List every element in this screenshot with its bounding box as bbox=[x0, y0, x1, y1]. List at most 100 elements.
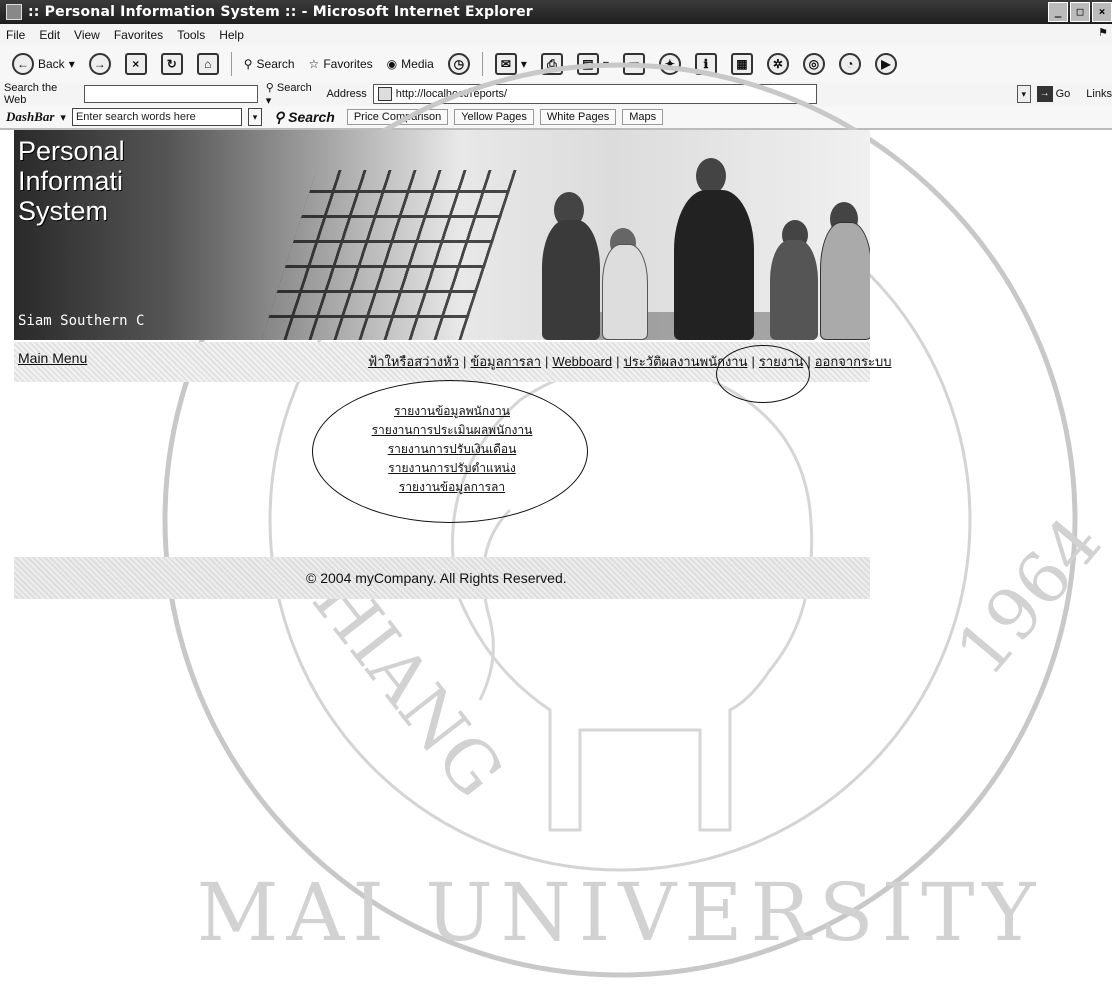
maximize-button[interactable]: □ bbox=[1070, 2, 1090, 22]
menu-help[interactable]: Help bbox=[219, 28, 244, 42]
site-banner: Personal Informati System Siam Southern … bbox=[14, 130, 870, 340]
toolbar-plugin-button[interactable]: ✲ bbox=[763, 51, 793, 77]
discuss-button[interactable]: ▭ bbox=[619, 51, 649, 77]
report-link-employee-info[interactable]: รายงานข้อมูลพนักงาน bbox=[316, 402, 588, 421]
menu-edit[interactable]: Edit bbox=[39, 28, 60, 42]
favorites-star-icon: ☆ bbox=[308, 57, 320, 71]
toolbar-separator bbox=[230, 52, 232, 76]
toolbar-plugin-button-3[interactable]: ◔ bbox=[835, 51, 865, 77]
report-menu: รายงานข้อมูลพนักงาน รายงานการประเมินผลพน… bbox=[316, 402, 588, 497]
toolbar-extra-button[interactable]: ▦ bbox=[727, 51, 757, 77]
back-button[interactable]: ← Back ▾ bbox=[8, 51, 79, 77]
research-icon: ℹ bbox=[694, 53, 717, 75]
dashbar-link-yellow-pages[interactable]: Yellow Pages bbox=[454, 109, 534, 125]
discuss-icon: ▭ bbox=[622, 53, 645, 75]
edit-page-icon: ▤ bbox=[576, 53, 599, 75]
main-menu-link[interactable]: Main Menu bbox=[18, 350, 87, 366]
page-icon bbox=[377, 87, 392, 101]
menu-favorites[interactable]: Favorites bbox=[114, 28, 163, 42]
banner-business-people-photo bbox=[514, 150, 870, 340]
annotation-circle-reports bbox=[716, 345, 810, 403]
banner-company-name: Siam Southern C bbox=[18, 313, 145, 329]
plugin-circle-icon: ◎ bbox=[802, 53, 825, 75]
search-button[interactable]: ⚲ Search bbox=[240, 51, 299, 77]
mail-button[interactable]: ✉ ▾ bbox=[491, 51, 531, 77]
plugin-icon: ✲ bbox=[766, 53, 789, 75]
minimize-button[interactable]: _ bbox=[1048, 2, 1068, 22]
nav-link-logout[interactable]: ออกจากระบบ bbox=[815, 354, 892, 369]
nav-link-personal-info[interactable]: ฟ้าใหรือสว่างหัว bbox=[368, 354, 459, 369]
window-titlebar: :: Personal Information System :: - Micr… bbox=[0, 0, 1112, 24]
messenger-icon: ✦ bbox=[658, 53, 681, 75]
report-link-employee-evaluation[interactable]: รายงานการประเมินผลพนักงาน bbox=[316, 421, 588, 440]
messenger-button[interactable]: ✦ bbox=[655, 51, 685, 77]
report-link-position-adjustment[interactable]: รายงานการปรับตำแหน่ง bbox=[316, 459, 588, 478]
mail-icon: ✉ bbox=[494, 53, 517, 75]
nav-links: ฟ้าใหรือสว่างหัว | ข้อมูลการลา | Webboard | ปร… bbox=[368, 354, 892, 369]
dashbar-search-button[interactable]: ⚲ Search bbox=[274, 109, 335, 126]
address-dropdown-button[interactable]: ▾ bbox=[1017, 85, 1031, 103]
page-footer: © 2004 myCompany. All Rights Reserved. bbox=[14, 557, 870, 599]
search-web-button-label: Search bbox=[276, 82, 312, 94]
history-icon: ◷ bbox=[447, 53, 470, 75]
go-button[interactable]: → Go bbox=[1036, 86, 1071, 102]
go-label: Go bbox=[1055, 88, 1071, 100]
refresh-button[interactable]: ↻ bbox=[157, 51, 187, 77]
nav-link-leave-info[interactable]: ข้อมูลการลา bbox=[470, 354, 541, 369]
clock-icon: ◔ bbox=[838, 53, 861, 75]
toolbar-plugin-button-4[interactable]: ▶ bbox=[871, 51, 901, 77]
brand-line-system: System bbox=[18, 196, 109, 226]
menu-view[interactable]: View bbox=[74, 28, 100, 42]
close-button[interactable]: × bbox=[1092, 2, 1112, 22]
player-icon: ▶ bbox=[874, 53, 897, 75]
nav-link-webboard[interactable]: Webboard bbox=[552, 354, 612, 369]
dashbar-search-input[interactable]: Enter search words here bbox=[71, 108, 242, 126]
address-label: Address bbox=[326, 88, 367, 100]
dashbar-link-price-comparison[interactable]: Price Comparison bbox=[346, 109, 449, 125]
favorites-button[interactable]: ☆ Favorites bbox=[305, 51, 377, 77]
edit-page-button[interactable]: ▤ ▾ bbox=[573, 51, 613, 77]
windows-flag-icon: ⚑ bbox=[1098, 27, 1108, 39]
window-controls: _ □ × bbox=[1048, 2, 1112, 22]
print-button[interactable]: ⎙ bbox=[537, 51, 567, 77]
forward-arrow-icon: → bbox=[88, 53, 111, 75]
address-bar: Search the Web ⚲ Search ▾ Address http:/… bbox=[0, 81, 1112, 107]
refresh-icon: ↻ bbox=[160, 53, 183, 75]
search-web-label: Search the Web bbox=[4, 82, 58, 106]
back-arrow-icon: ← bbox=[12, 53, 34, 75]
media-button[interactable]: ◉ Media bbox=[383, 51, 438, 77]
toolbar-separator bbox=[481, 52, 483, 76]
print-icon: ⎙ bbox=[540, 53, 563, 75]
back-label: Back bbox=[38, 57, 65, 71]
home-button[interactable]: ⌂ bbox=[193, 51, 223, 77]
report-link-leave-info[interactable]: รายงานข้อมูลการลา bbox=[316, 478, 588, 497]
forward-button[interactable]: → bbox=[85, 51, 115, 77]
toolbar-extra-icon: ▦ bbox=[730, 53, 753, 75]
search-web-button[interactable]: ⚲ Search ▾ bbox=[266, 81, 319, 107]
address-field[interactable]: http://localhost/reports/ bbox=[372, 84, 818, 104]
dashbar-search-dropdown[interactable]: ▾ bbox=[247, 108, 262, 126]
stop-icon: × bbox=[124, 53, 147, 75]
dashbar-search-label: Search bbox=[288, 108, 335, 125]
history-button[interactable]: ◷ bbox=[444, 51, 474, 77]
dashbar-link-maps[interactable]: Maps bbox=[622, 109, 664, 125]
go-arrow-icon: → bbox=[1036, 86, 1053, 102]
toolbar-plugin-button-2[interactable]: ◎ bbox=[799, 51, 829, 77]
dashbar-link-white-pages[interactable]: White Pages bbox=[539, 109, 617, 125]
report-link-salary-adjustment[interactable]: รายงานการปรับเงินเดือน bbox=[316, 440, 588, 459]
research-button[interactable]: ℹ bbox=[691, 51, 721, 77]
window-title: :: Personal Information System :: - Micr… bbox=[28, 4, 533, 20]
stop-button[interactable]: × bbox=[121, 51, 151, 77]
menu-file[interactable]: File bbox=[6, 28, 25, 42]
dashbar-menu-dropdown[interactable]: ▾ bbox=[60, 111, 66, 124]
search-web-input[interactable] bbox=[83, 85, 258, 103]
svg-text:MAI UNIVERSITY: MAI UNIVERSITY bbox=[197, 866, 1044, 959]
ie-app-icon bbox=[6, 4, 22, 20]
menu-tools[interactable]: Tools bbox=[177, 28, 205, 42]
standard-toolbar: ← Back ▾ → × ↻ ⌂ ⚲ Search ☆ Favorites ◉ … bbox=[0, 46, 1112, 82]
dashbar-logo[interactable]: DashBar bbox=[6, 109, 54, 125]
svg-text:1964: 1964 bbox=[940, 502, 1110, 691]
links-button[interactable]: Links bbox=[1086, 88, 1112, 100]
media-icon: ◉ bbox=[386, 57, 398, 71]
address-url: http://localhost/reports/ bbox=[395, 88, 508, 100]
